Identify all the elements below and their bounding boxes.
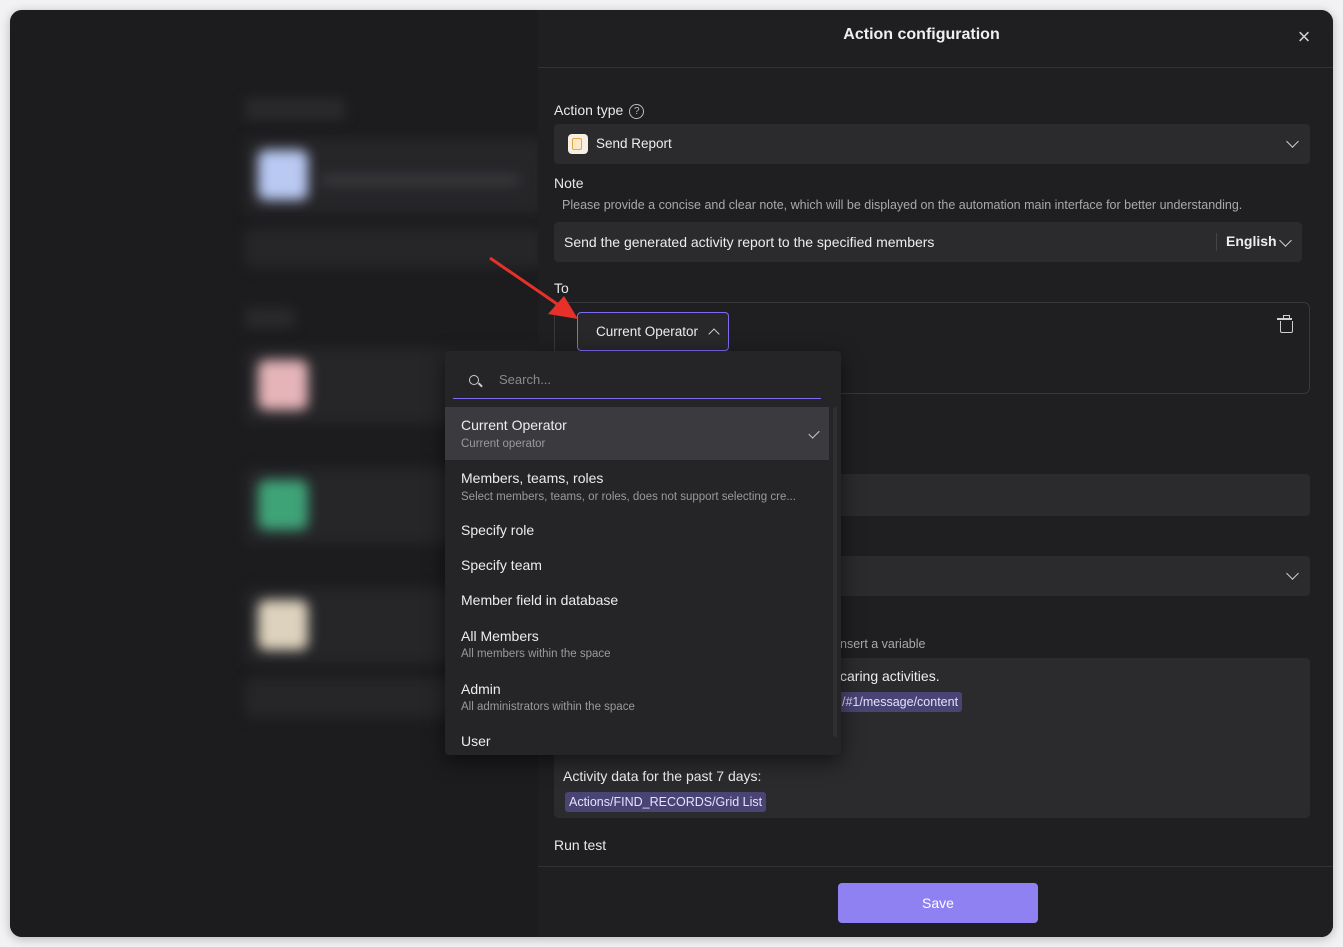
option-members-teams-roles[interactable]: Members, teams, roles Select members, te…: [445, 460, 829, 512]
chevron-down-icon: [1286, 135, 1299, 148]
content-text: Activity data for the past 7 days:: [563, 768, 762, 784]
check-icon: [808, 427, 820, 439]
scrollbar[interactable]: [833, 407, 837, 737]
option-all-members[interactable]: All Members All members within the space: [445, 620, 829, 672]
report-icon: [568, 134, 588, 154]
search-input[interactable]: [497, 371, 801, 388]
divider: [1216, 233, 1217, 251]
option-user[interactable]: User: [445, 725, 829, 755]
note-value: Send the generated activity report to th…: [564, 234, 935, 250]
language-select[interactable]: English: [1226, 233, 1277, 249]
annotation-arrow: [489, 256, 578, 319]
panel-title: Action configuration: [843, 26, 1000, 43]
option-subtitle: All members within the space: [461, 648, 611, 660]
option-subtitle: Current operator: [461, 438, 546, 450]
search-box[interactable]: [453, 363, 821, 399]
option-title: User: [461, 733, 491, 749]
trash-icon[interactable]: [1277, 315, 1293, 333]
option-specify-team[interactable]: Specify team: [445, 548, 829, 584]
chevron-down-icon: [1279, 234, 1292, 247]
option-subtitle: All administrators within the space: [461, 701, 635, 713]
recipient-type-dropdown: Current Operator Current operator Member…: [445, 351, 841, 755]
insert-variable-hint: nsert a variable: [840, 637, 926, 651]
search-icon: [469, 375, 479, 385]
variable-chip[interactable]: Actions/FIND_RECORDS/Grid List: [565, 792, 767, 812]
option-member-field[interactable]: Member field in database: [445, 584, 829, 620]
chevron-down-icon: [1286, 567, 1299, 580]
help-icon[interactable]: ?: [629, 103, 645, 119]
close-icon[interactable]: ×: [1293, 26, 1315, 48]
chevron-up-icon: [708, 328, 720, 340]
option-title: Specify role: [461, 522, 535, 538]
action-type-label: Action type?: [554, 102, 645, 119]
panel-header: Action configuration ×: [538, 10, 1333, 68]
option-admin[interactable]: Admin All administrators within the spac…: [445, 672, 829, 725]
recipient-type-value: Current Operator: [596, 324, 699, 339]
action-type-label-text: Action type: [554, 102, 624, 118]
option-title: Current Operator: [461, 417, 567, 433]
option-title: Members, teams, roles: [461, 470, 604, 486]
content-text: caring activities.: [840, 668, 940, 684]
action-type-select[interactable]: Send Report: [554, 124, 1310, 164]
option-title: Member field in database: [461, 592, 619, 608]
panel-footer: Save: [538, 866, 1333, 937]
note-input[interactable]: Send the generated activity report to th…: [554, 222, 1302, 262]
option-subtitle: Select members, teams, or roles, does no…: [461, 491, 796, 503]
note-hint: Please provide a concise and clear note,…: [562, 198, 1243, 212]
option-specify-role[interactable]: Specify role: [445, 512, 829, 548]
option-title: Admin: [461, 681, 501, 697]
option-title: All Members: [461, 628, 539, 644]
save-button[interactable]: Save: [838, 883, 1038, 923]
option-current-operator[interactable]: Current Operator Current operator: [445, 407, 829, 460]
run-test-label: Run test: [554, 837, 607, 853]
note-label: Note: [554, 175, 584, 191]
recipient-type-select[interactable]: Current Operator: [577, 312, 729, 351]
variable-chip[interactable]: /#1/message/content: [838, 692, 963, 712]
action-type-value: Send Report: [596, 136, 672, 151]
option-title: Specify team: [461, 557, 542, 573]
